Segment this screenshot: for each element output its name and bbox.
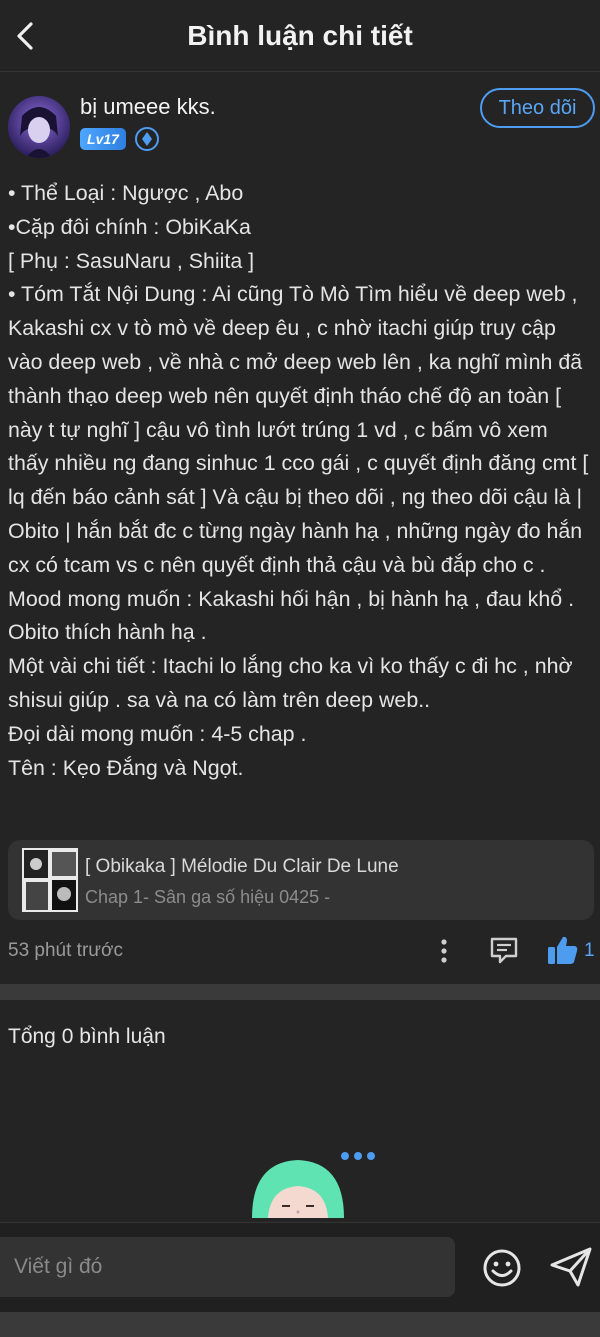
post-line: • Tóm Tắt Nội Dung : Ai cũng Tò Mò Tìm h… [8,282,595,577]
post-body: • Thể Loại : Ngược , Abo •Cặp đôi chính … [8,177,594,785]
post-line: •Cặp đôi chính : ObiKaKa [8,214,251,239]
page-title: Bình luận chi tiết [187,19,413,51]
author-name[interactable]: bị umeee kks. [80,94,216,120]
story-subtitle: Chap 1- Sân ga số hiệu 0425 - [85,887,331,907]
post-time: 53 phút trước [8,940,123,961]
post-line: Tên : Kẹo Đắng và Ngọt. [8,755,244,780]
comment-count: Tổng 0 bình luận [8,1025,166,1048]
diamond-icon [135,127,159,151]
post-line: Một vài chi tiết : Itachi lo lắng cho ka… [8,654,579,712]
story-card[interactable]: [ Obikaka ] Mélodie Du Clair De Lune Cha… [8,840,594,920]
follow-button[interactable]: Theo dõi [480,88,595,128]
bottom-edge [0,1312,600,1337]
back-arrow-icon [17,22,33,50]
story-title: [ Obikaka ] Mélodie Du Clair De Lune [85,856,399,877]
top-bar: Bình luận chi tiết [0,0,600,72]
story-thumbnail [22,848,78,912]
emoji-icon[interactable] [481,1247,523,1289]
comment-input[interactable] [0,1237,455,1297]
empty-state-mascot [248,1140,388,1218]
post-line: Mood mong muốn : Kakashi hối hận , bị hà… [8,586,580,645]
like-count: 1 [584,940,595,961]
section-divider [0,984,600,1000]
send-icon[interactable] [548,1245,594,1289]
post-line: [ Phụ : SasuNaru , Shiita ] [8,248,255,273]
reply-icon[interactable] [488,934,520,966]
comment-composer [0,1222,600,1312]
avatar[interactable] [8,96,70,158]
level-badge: Lv17 [80,128,126,150]
post-line: Đọi dài mong muốn : 4-5 chap . [8,721,307,746]
author-row: bị umeee kks. Lv17 Theo dõi [0,84,600,164]
thumbs-up-icon[interactable] [546,934,580,966]
post-meta: 53 phút trước 1 [0,930,600,974]
post-line: • Thể Loại : Ngược , Abo [8,181,244,205]
back-button[interactable] [6,16,46,56]
more-vertical-icon[interactable] [430,936,458,966]
